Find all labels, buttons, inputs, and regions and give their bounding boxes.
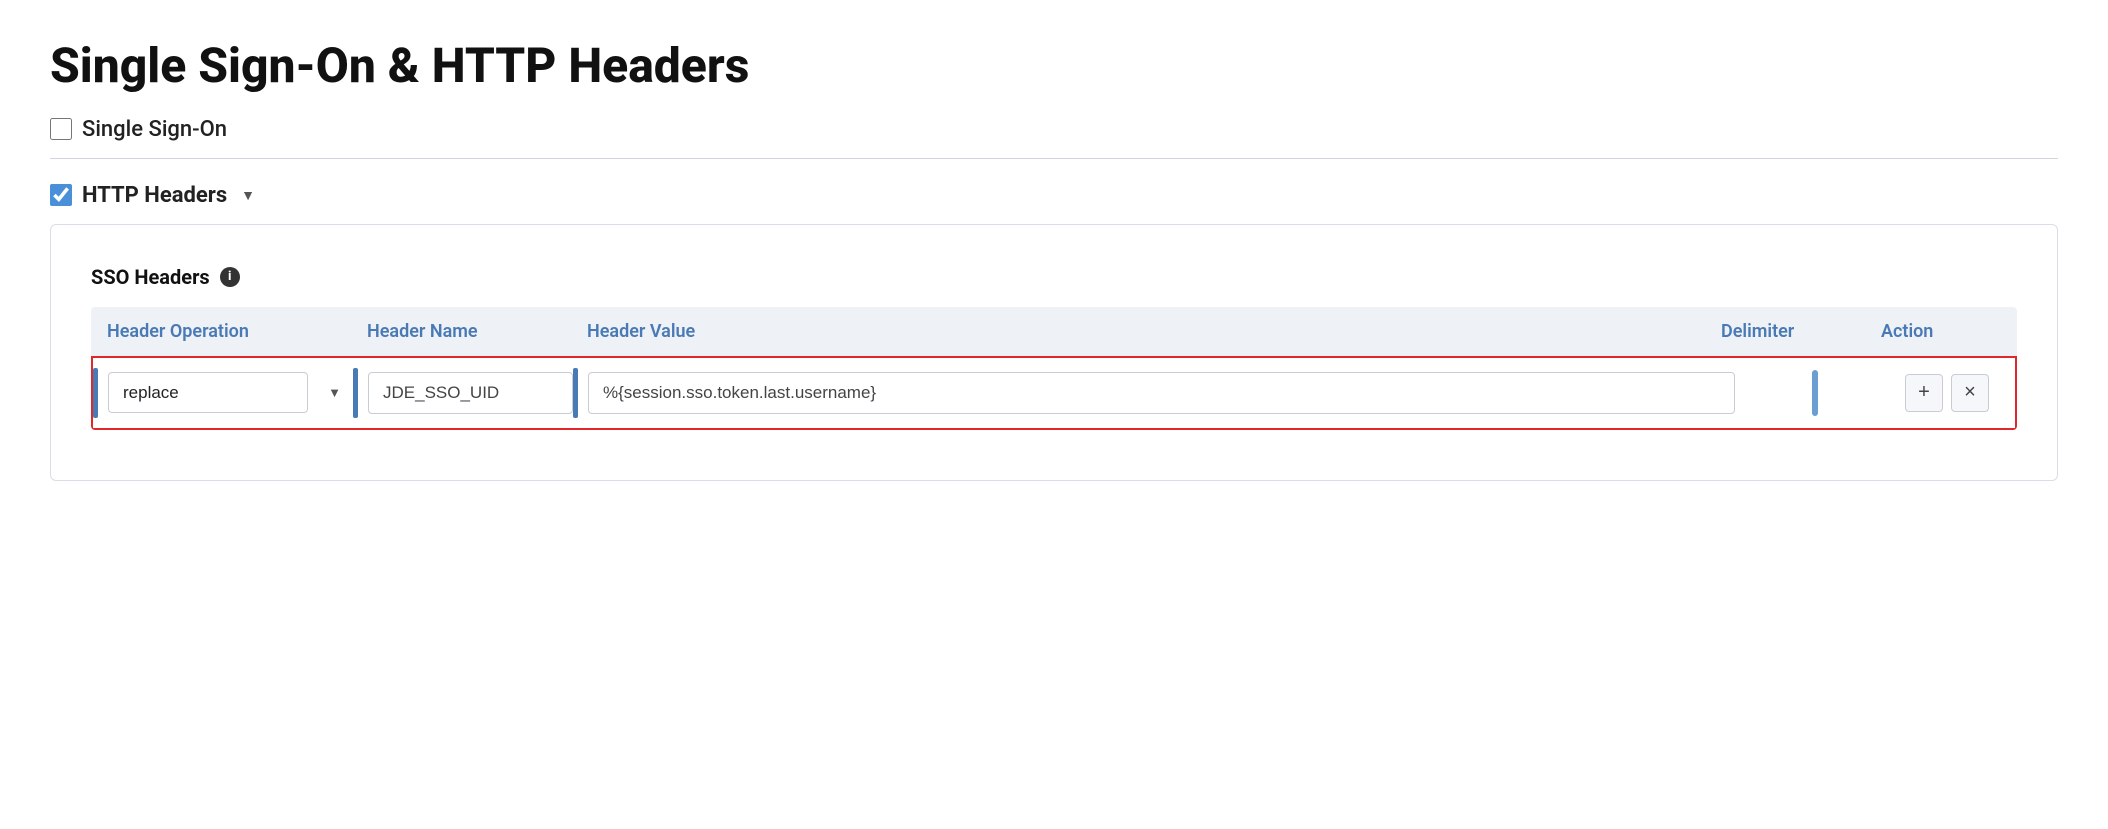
add-row-button[interactable]: + [1905, 374, 1943, 412]
info-icon[interactable]: i [220, 267, 240, 287]
sso-headers-label: SSO Headers [91, 265, 210, 289]
blue-bar-name [353, 368, 358, 418]
cell-header-value [573, 368, 1735, 418]
select-arrow-icon: ▼ [328, 385, 341, 401]
header-operation-select[interactable]: replace insert delete append [108, 372, 308, 413]
th-header-value: Header Value [587, 321, 1721, 342]
sso-headers-title-row: SSO Headers i [91, 265, 2017, 289]
table-body: replace insert delete append ▼ [91, 356, 2017, 430]
th-action: Action [1881, 321, 2001, 342]
cell-action: + × [1895, 374, 2015, 412]
http-headers-section: HTTP Headers ▼ [50, 183, 2058, 208]
chevron-down-icon[interactable]: ▼ [241, 187, 255, 204]
sso-headers-table: Header Operation Header Name Header Valu… [91, 307, 2017, 430]
th-header-operation: Header Operation [107, 321, 367, 342]
http-headers-panel: SSO Headers i Header Operation Header Na… [50, 224, 2058, 481]
header-value-input[interactable] [588, 372, 1735, 414]
sso-label: Single Sign-On [82, 117, 227, 142]
cell-header-name [353, 368, 573, 418]
blue-bar-operation [93, 368, 98, 418]
table-row: replace insert delete append ▼ [93, 358, 2015, 428]
section-divider [50, 158, 2058, 159]
page-title: Single Sign-On & HTTP Headers [50, 40, 2058, 93]
th-delimiter: Delimiter [1721, 321, 1881, 342]
cell-delimiter [1735, 370, 1895, 416]
sso-section: Single Sign-On [50, 117, 2058, 142]
sso-checkbox[interactable] [50, 118, 72, 140]
select-wrapper: replace insert delete append ▼ [108, 372, 353, 413]
cell-header-operation: replace insert delete append ▼ [93, 368, 353, 418]
delimiter-bar [1812, 370, 1818, 416]
blue-bar-value [573, 368, 578, 418]
header-name-input[interactable] [368, 372, 573, 414]
table-header-row: Header Operation Header Name Header Valu… [91, 307, 2017, 356]
http-headers-checkbox[interactable] [50, 184, 72, 206]
th-header-name: Header Name [367, 321, 587, 342]
remove-row-button[interactable]: × [1951, 374, 1989, 412]
http-headers-label: HTTP Headers [82, 183, 227, 208]
